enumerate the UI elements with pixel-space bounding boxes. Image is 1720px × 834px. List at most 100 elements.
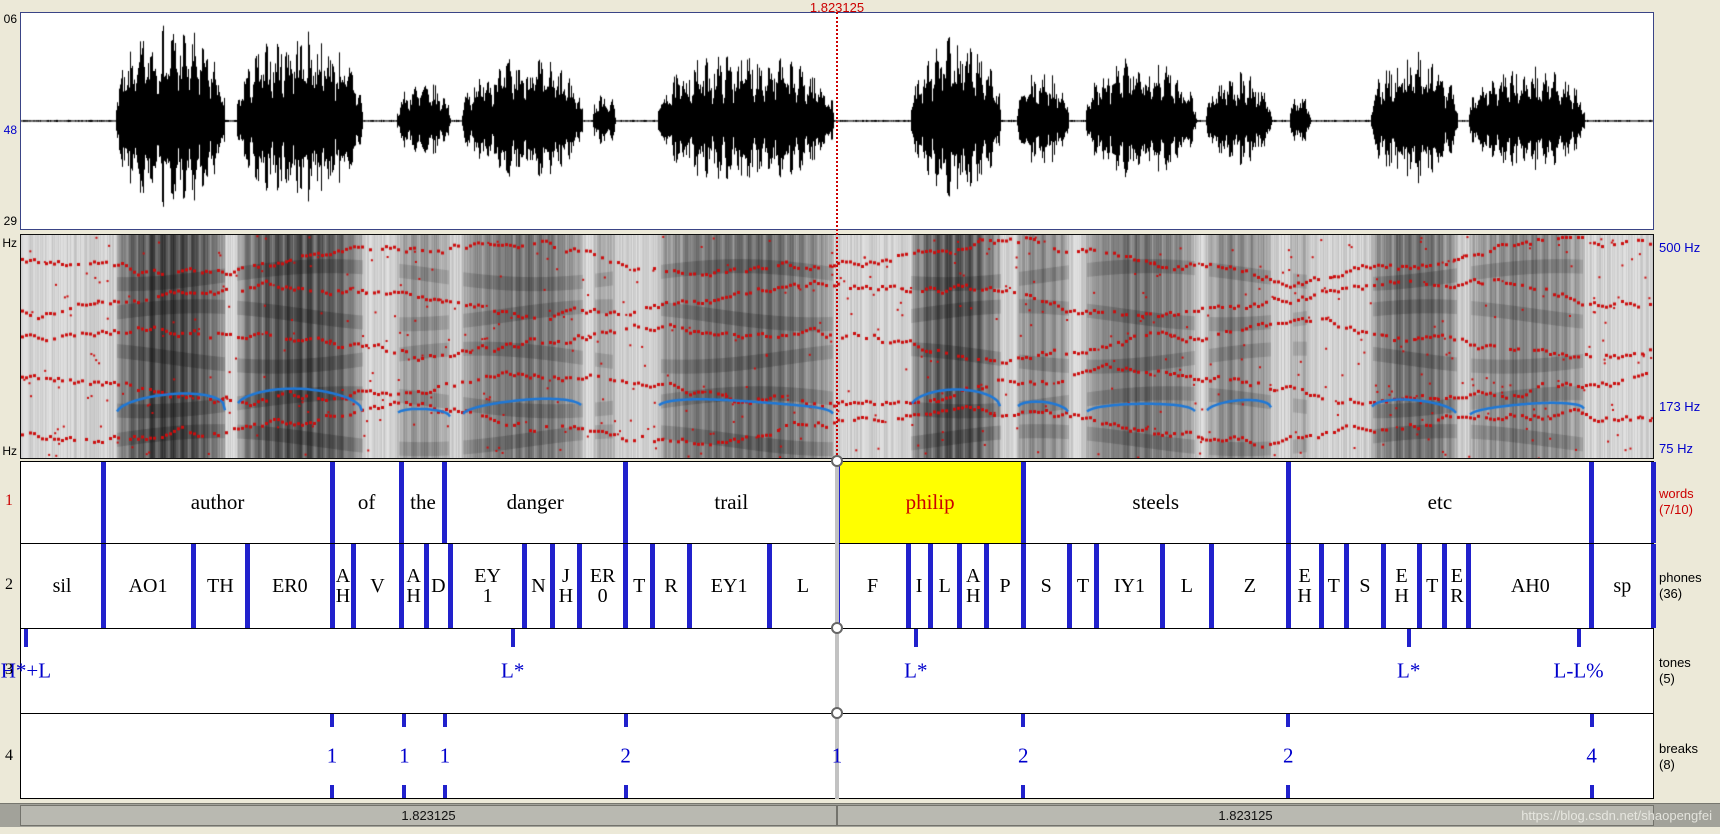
interval-boundary[interactable] — [1286, 544, 1291, 628]
interval-boundary[interactable] — [577, 544, 582, 628]
interval[interactable]: F — [837, 544, 908, 628]
interval[interactable]: E H — [1288, 544, 1321, 628]
cursor-line[interactable] — [836, 12, 838, 459]
point-tick[interactable] — [1577, 629, 1581, 647]
tier-words-number[interactable]: 1 — [1, 492, 17, 510]
interval[interactable]: ER 0 — [580, 544, 626, 628]
interval[interactable]: steels — [1023, 462, 1288, 543]
interval[interactable]: T — [626, 544, 653, 628]
interval[interactable]: L — [769, 544, 837, 628]
interval-boundary[interactable] — [101, 462, 106, 543]
point-tick[interactable] — [402, 714, 406, 727]
point-label[interactable]: 1 — [832, 744, 843, 769]
point-tick[interactable] — [443, 714, 447, 727]
point-tick[interactable] — [1286, 785, 1290, 798]
point-tick[interactable] — [1590, 714, 1594, 727]
point-tick[interactable] — [624, 785, 628, 798]
interval-boundary[interactable] — [424, 544, 429, 628]
point-tick[interactable] — [1286, 714, 1290, 727]
interval[interactable]: Z — [1212, 544, 1289, 628]
point-label[interactable]: L* — [501, 659, 524, 684]
interval[interactable]: V — [354, 544, 401, 628]
interval-boundary[interactable] — [687, 544, 692, 628]
interval-boundary[interactable] — [623, 462, 628, 543]
interval[interactable]: danger — [445, 462, 626, 543]
interval-boundary[interactable] — [1589, 544, 1594, 628]
point-tick[interactable] — [1590, 785, 1594, 798]
interval[interactable]: T — [1420, 544, 1445, 628]
interval-boundary[interactable] — [1589, 462, 1594, 543]
point-label[interactable]: 1 — [327, 744, 338, 769]
point-label[interactable]: L* — [904, 659, 927, 684]
point-tick[interactable] — [443, 785, 447, 798]
interval-boundary[interactable] — [1651, 544, 1656, 628]
interval-boundary[interactable] — [191, 544, 196, 628]
tier-tones-number[interactable]: 3 — [1, 661, 17, 679]
interval[interactable]: P — [987, 544, 1023, 628]
interval-boundary[interactable] — [1381, 544, 1386, 628]
interval[interactable]: J H — [552, 544, 579, 628]
interval[interactable]: AH0 — [1469, 544, 1592, 628]
interval[interactable]: S — [1023, 544, 1069, 628]
interval[interactable]: E R — [1445, 544, 1469, 628]
point-tick[interactable] — [914, 629, 918, 647]
interval-boundary[interactable] — [522, 544, 527, 628]
point-label[interactable]: 2 — [620, 744, 631, 769]
cursor-handle-breaks[interactable] — [831, 707, 843, 719]
interval[interactable]: L — [930, 544, 960, 628]
interval-boundary[interactable] — [1094, 544, 1099, 628]
interval-boundary[interactable] — [1466, 544, 1471, 628]
interval-boundary[interactable] — [1319, 544, 1324, 628]
interval-boundary[interactable] — [448, 544, 453, 628]
interval[interactable]: A H — [401, 544, 426, 628]
point-tick[interactable] — [624, 714, 628, 727]
interval-boundary[interactable] — [623, 544, 628, 628]
interval-boundary[interactable] — [245, 544, 250, 628]
point-tick[interactable] — [24, 629, 28, 647]
point-label[interactable]: 4 — [1586, 744, 1597, 769]
interval[interactable]: etc — [1288, 462, 1591, 543]
point-label[interactable]: 2 — [1283, 744, 1294, 769]
interval-boundary[interactable] — [351, 544, 356, 628]
point-tick[interactable] — [1021, 785, 1025, 798]
interval-boundary[interactable] — [550, 544, 555, 628]
interval-boundary[interactable] — [1651, 462, 1656, 543]
point-label[interactable]: 1 — [440, 744, 451, 769]
interval[interactable]: S — [1346, 544, 1383, 628]
point-tick[interactable] — [330, 714, 334, 727]
interval[interactable]: EY1 — [689, 544, 769, 628]
tier-phones-number[interactable]: 2 — [1, 576, 17, 594]
interval[interactable]: the — [401, 462, 445, 543]
interval-boundary[interactable] — [767, 544, 772, 628]
interval-boundary[interactable] — [957, 544, 962, 628]
interval-boundary[interactable] — [330, 462, 335, 543]
interval-boundary[interactable] — [1344, 544, 1349, 628]
tier-breaks-number[interactable]: 4 — [1, 747, 17, 765]
interval-boundary[interactable] — [1417, 544, 1422, 628]
point-tick[interactable] — [1021, 714, 1025, 727]
interval[interactable]: of — [332, 462, 401, 543]
interval-boundary[interactable] — [650, 544, 655, 628]
interval[interactable]: IY1 — [1097, 544, 1163, 628]
cursor-handle-words[interactable] — [831, 455, 843, 467]
interval[interactable]: N — [525, 544, 552, 628]
interval[interactable]: L — [1162, 544, 1211, 628]
interval-boundary[interactable] — [984, 544, 989, 628]
point-label[interactable]: L* — [1397, 659, 1420, 684]
point-tick[interactable] — [1407, 629, 1411, 647]
time-scrollbar[interactable]: 1.823125 1.823125 https://blog.csdn.net/… — [0, 803, 1720, 827]
interval-boundary[interactable] — [1021, 462, 1026, 543]
interval-boundary[interactable] — [330, 544, 335, 628]
point-label[interactable]: L-L% — [1554, 659, 1604, 684]
interval[interactable]: E H — [1384, 544, 1420, 628]
cursor-handle-tones[interactable] — [831, 622, 843, 634]
interval-boundary[interactable] — [399, 462, 404, 543]
interval[interactable]: trail — [626, 462, 837, 543]
interval[interactable]: A H — [960, 544, 987, 628]
interval-boundary[interactable] — [1286, 462, 1291, 543]
point-tick[interactable] — [402, 785, 406, 798]
interval-boundary[interactable] — [1442, 544, 1447, 628]
interval-boundary[interactable] — [1067, 544, 1072, 628]
interval[interactable] — [1592, 462, 1653, 543]
interval[interactable]: AO1 — [103, 544, 193, 628]
